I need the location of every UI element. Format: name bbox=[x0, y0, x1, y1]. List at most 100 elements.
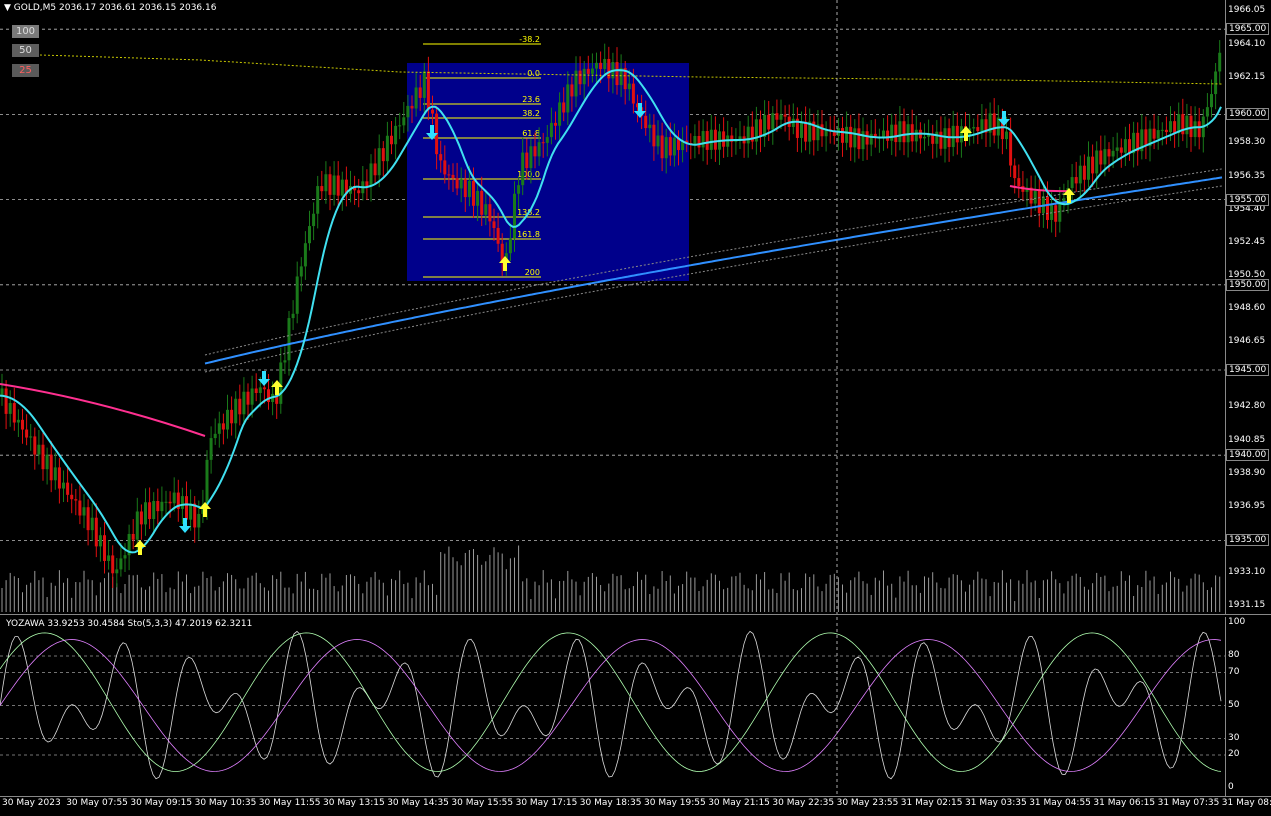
price-bar bbox=[849, 126, 853, 148]
price-bar bbox=[57, 467, 61, 489]
price-bar bbox=[320, 186, 324, 192]
price-chart[interactable]: -38.20.023.638.261.8100.0138.2161.8200 bbox=[0, 0, 1225, 614]
price-bar bbox=[209, 438, 213, 460]
fib-level-label: 161.8 bbox=[517, 230, 540, 239]
price-bar bbox=[656, 135, 660, 147]
price-bar bbox=[980, 119, 984, 132]
price-bar bbox=[492, 221, 496, 228]
price-bar bbox=[160, 501, 164, 512]
price-bar bbox=[8, 403, 12, 414]
price-bar bbox=[615, 62, 619, 86]
zoom-25-button[interactable]: 25 bbox=[12, 64, 39, 77]
price-tick-label: 1964.10 bbox=[1228, 38, 1266, 49]
price-tick-label: 1942.80 bbox=[1228, 401, 1266, 412]
price-bar bbox=[1091, 156, 1095, 174]
price-tick-label: 1952.45 bbox=[1228, 237, 1266, 248]
time-tick-label: 30 May 17:15 bbox=[515, 798, 578, 808]
fib-level-label: 200 bbox=[525, 268, 540, 277]
panel-separator[interactable] bbox=[0, 614, 1271, 615]
price-tick-label: 1966.05 bbox=[1228, 5, 1266, 16]
time-tick-label: 31 May 08:55 bbox=[1221, 798, 1271, 808]
time-tick-label: 30 May 18:35 bbox=[579, 798, 642, 808]
time-tick-label: 31 May 07:35 bbox=[1157, 798, 1220, 808]
price-bar bbox=[590, 68, 594, 74]
price-bar bbox=[373, 163, 377, 176]
chart-menu-icon[interactable]: ▼ bbox=[4, 3, 14, 13]
price-bar bbox=[668, 137, 672, 156]
zoom-50-button[interactable]: 50 bbox=[12, 44, 39, 57]
price-bar bbox=[820, 124, 824, 137]
price-bar bbox=[156, 501, 160, 512]
price-bar bbox=[189, 503, 193, 520]
price-bar bbox=[972, 127, 976, 129]
time-axis-line bbox=[0, 796, 1271, 797]
price-bar bbox=[238, 398, 242, 415]
price-bar bbox=[1173, 121, 1177, 134]
time-tick-label: 30 May 09:15 bbox=[130, 798, 193, 808]
price-bar bbox=[357, 190, 361, 194]
price-bar bbox=[287, 318, 291, 361]
oscillator-title: YOZAWA 33.9253 30.4584 Sto(5,3,3) 47.201… bbox=[6, 619, 253, 629]
price-bar bbox=[1210, 94, 1213, 108]
osc-tick-label: 100 bbox=[1228, 617, 1246, 627]
price-tick-label: 1948.60 bbox=[1228, 302, 1266, 313]
price-bar bbox=[467, 180, 471, 198]
price-bar bbox=[705, 131, 709, 150]
price-bar bbox=[185, 496, 188, 520]
price-bar bbox=[631, 83, 635, 104]
price-bar bbox=[1082, 165, 1086, 180]
price-bar bbox=[172, 492, 176, 504]
zoom-100-button[interactable]: 100 bbox=[12, 25, 39, 38]
price-bar bbox=[570, 84, 574, 97]
price-bar bbox=[295, 276, 299, 314]
price-bar bbox=[53, 467, 57, 481]
price-bar bbox=[935, 131, 939, 144]
price-bar bbox=[484, 204, 488, 215]
time-tick-label: 30 May 23:55 bbox=[836, 798, 899, 808]
price-bar bbox=[644, 115, 648, 129]
oscillator-chart[interactable] bbox=[0, 617, 1225, 796]
price-bar bbox=[41, 444, 45, 470]
price-bar bbox=[886, 130, 890, 141]
price-bar bbox=[406, 105, 410, 118]
price-bar bbox=[98, 535, 102, 547]
price-bar bbox=[459, 179, 463, 189]
price-bar bbox=[45, 454, 49, 470]
price-bar bbox=[123, 555, 127, 559]
envelope-lower-line bbox=[204, 185, 1223, 373]
price-level-label: 1950.00 bbox=[1226, 278, 1270, 291]
price-bar bbox=[939, 131, 943, 149]
price-bar bbox=[857, 128, 861, 150]
price-bar bbox=[1205, 107, 1209, 117]
price-bar bbox=[537, 142, 541, 157]
price-bar bbox=[381, 148, 385, 162]
price-bar bbox=[627, 83, 631, 90]
fib-level-label: 38.2 bbox=[522, 109, 540, 118]
price-bar bbox=[316, 186, 320, 214]
price-bar bbox=[869, 133, 873, 145]
fib-level-label: 100.0 bbox=[517, 170, 540, 179]
price-bar bbox=[0, 388, 4, 396]
price-bar bbox=[1144, 129, 1148, 147]
price-bar bbox=[541, 142, 545, 144]
price-bar bbox=[890, 124, 894, 141]
price-bar bbox=[230, 409, 234, 424]
price-bar bbox=[410, 105, 414, 109]
stochastic-signal-line bbox=[0, 639, 1222, 772]
time-tick-label: 30 May 07:55 bbox=[66, 798, 128, 808]
price-bar bbox=[533, 146, 537, 157]
price-bar bbox=[115, 569, 119, 574]
time-tick-label: 31 May 04:55 bbox=[1029, 798, 1091, 808]
price-bar bbox=[135, 511, 139, 540]
price-bar bbox=[779, 114, 783, 120]
price-bar bbox=[49, 454, 53, 481]
price-bar bbox=[472, 180, 475, 206]
osc-tick-label: 20 bbox=[1228, 749, 1240, 759]
price-bar bbox=[431, 109, 434, 114]
price-bar bbox=[1189, 115, 1193, 138]
price-bar bbox=[1185, 115, 1189, 135]
price-bar bbox=[1099, 150, 1103, 165]
price-bar bbox=[217, 423, 221, 434]
price-bar bbox=[959, 126, 963, 143]
price-bar bbox=[660, 135, 664, 159]
